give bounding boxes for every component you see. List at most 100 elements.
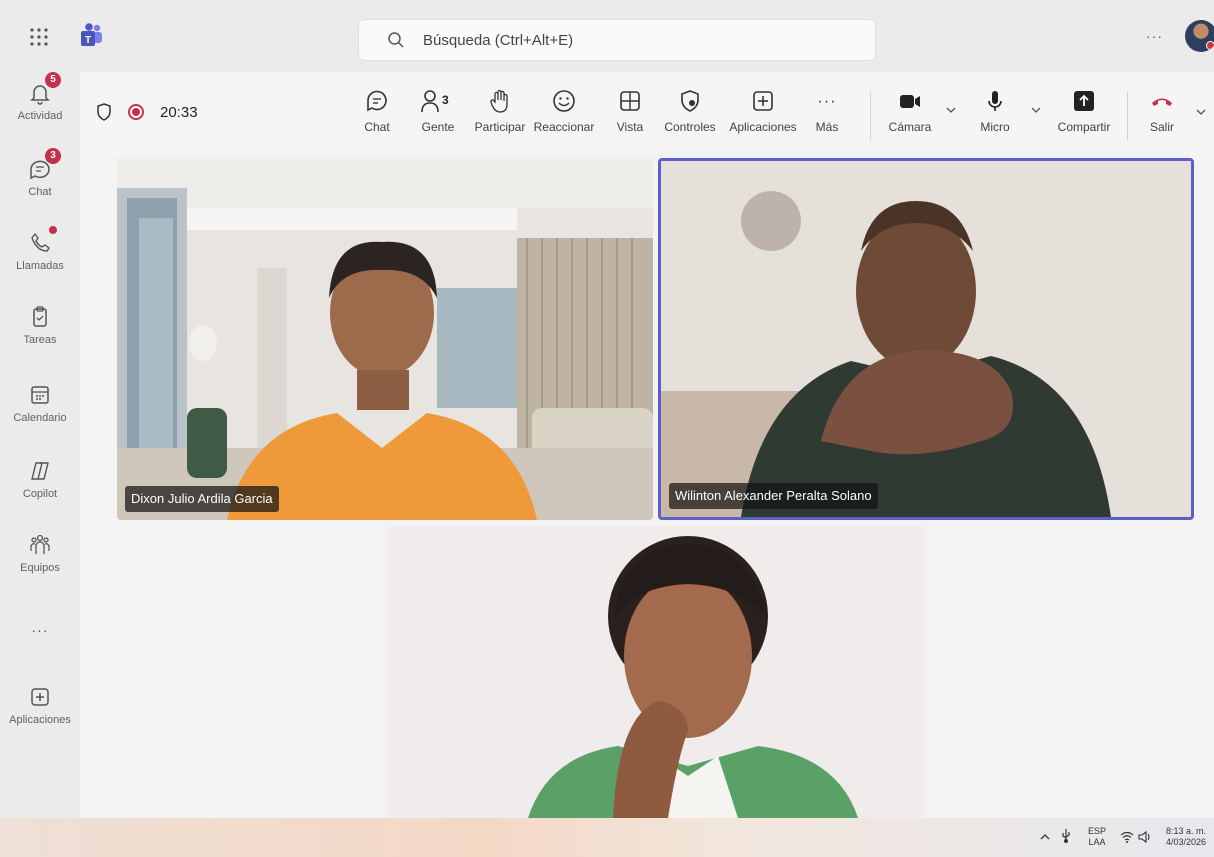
apps-button[interactable]: Aplicaciones xyxy=(728,88,798,134)
raise-hand-button[interactable]: Participar xyxy=(470,88,530,134)
language-code: ESP xyxy=(1087,826,1106,836)
meeting-timer: 20:33 xyxy=(160,104,198,121)
rail-item-tasks[interactable]: Tareas xyxy=(0,304,80,346)
chat-badge: 3 xyxy=(45,148,61,164)
participant-name: Wilinton Alexander Peralta Solano xyxy=(669,483,878,509)
controls-button-label: Controles xyxy=(664,120,716,134)
participant-tile[interactable]: Dixon Julio Ardila Garcia xyxy=(117,158,653,520)
presence-busy-icon xyxy=(1206,41,1214,50)
view-button-label: Vista xyxy=(616,120,644,134)
participant-video-background xyxy=(388,526,924,818)
clock-time: 8:13 a. m. xyxy=(1165,826,1207,836)
toolbar-separator xyxy=(1127,92,1128,140)
svg-text:T: T xyxy=(85,35,91,46)
volume-icon[interactable] xyxy=(1138,830,1152,844)
clock[interactable]: 8:13 a. m. 4/03/2026 xyxy=(1160,826,1212,848)
camera-button[interactable]: Cámara xyxy=(886,88,934,134)
participant-tile[interactable] xyxy=(388,526,924,818)
share-button-label: Compartir xyxy=(1057,120,1111,134)
teams-logo-icon: T xyxy=(78,22,104,48)
chat-icon: 3 xyxy=(27,148,61,182)
keyboard-layout: LAA xyxy=(1088,837,1106,847)
react-button[interactable]: Reaccionar xyxy=(532,88,596,134)
language-indicator[interactable]: ESP LAA xyxy=(1084,826,1110,848)
people-count: 3 xyxy=(442,93,449,107)
settings-more-icon[interactable]: ··· xyxy=(1146,28,1163,44)
tray-chevron-up-icon[interactable] xyxy=(1040,832,1050,842)
rail-item-calendar[interactable]: Calendario xyxy=(0,382,80,424)
chat-button[interactable]: Chat xyxy=(357,88,397,134)
leave-button[interactable]: Salir xyxy=(1144,88,1180,134)
search-bar[interactable]: Búsqueda (Ctrl+Alt+E) xyxy=(358,19,876,61)
apps-button-label: Aplicaciones xyxy=(729,120,797,134)
people-icon: 3 xyxy=(416,88,460,116)
more-button[interactable]: ··· Más xyxy=(812,88,842,134)
app-rail: 5 Actividad 3 Chat Llamadas Tareas Calen… xyxy=(0,72,80,818)
rail-label-copilot: Copilot xyxy=(22,488,58,500)
participant-video-background xyxy=(661,161,1191,517)
people-button[interactable]: 3 Gente xyxy=(416,88,460,134)
hand-icon xyxy=(470,88,530,116)
participant-tile-speaking[interactable]: Wilinton Alexander Peralta Solano xyxy=(658,158,1194,520)
avatar[interactable] xyxy=(1185,20,1214,52)
phone-icon xyxy=(27,226,57,256)
mic-button-label: Micro xyxy=(980,120,1010,134)
calendar-icon xyxy=(27,382,53,408)
rail-item-chat[interactable]: 3 Chat xyxy=(0,148,80,198)
camera-button-label: Cámara xyxy=(888,120,932,134)
teams-people-icon xyxy=(27,532,53,558)
toolbar-separator xyxy=(870,92,871,140)
copilot-icon xyxy=(27,458,53,484)
view-button[interactable]: Vista xyxy=(610,88,650,134)
meeting-toolbar: 20:33 Chat 3 Gente Participar Reaccionar… xyxy=(80,72,1214,154)
controls-button[interactable]: Controles xyxy=(664,88,716,134)
chat-icon xyxy=(357,88,397,116)
add-app-icon xyxy=(27,684,53,710)
clipboard-icon xyxy=(27,304,53,330)
add-app-icon xyxy=(728,88,798,116)
calls-dot-badge xyxy=(49,226,57,234)
search-placeholder: Búsqueda (Ctrl+Alt+E) xyxy=(423,32,574,49)
leave-button-label: Salir xyxy=(1149,120,1174,134)
wifi-icon[interactable] xyxy=(1120,831,1134,843)
recording-icon xyxy=(128,104,144,120)
raise-hand-label: Participar xyxy=(474,120,526,134)
share-screen-icon xyxy=(1052,88,1116,116)
react-button-label: Reaccionar xyxy=(533,120,595,134)
hang-up-icon xyxy=(1144,88,1180,116)
rail-item-activity[interactable]: 5 Actividad xyxy=(0,72,80,122)
people-button-label: Gente xyxy=(421,120,455,134)
rail-item-apps[interactable]: Aplicaciones xyxy=(0,684,80,726)
mic-options-chevron-icon[interactable] xyxy=(1031,106,1041,114)
rail-item-teams[interactable]: Equipos xyxy=(0,532,80,574)
rail-item-copilot[interactable]: Copilot xyxy=(0,458,80,500)
rail-item-calls[interactable]: Llamadas xyxy=(0,226,80,272)
microphone-icon xyxy=(975,88,1015,116)
leave-options-chevron-icon[interactable] xyxy=(1196,108,1206,116)
rail-label-calls: Llamadas xyxy=(16,260,64,272)
mic-button[interactable]: Micro xyxy=(975,88,1015,134)
share-button[interactable]: Compartir xyxy=(1052,88,1116,134)
participant-name: Dixon Julio Ardila Garcia xyxy=(125,486,279,512)
activity-badge: 5 xyxy=(45,72,61,88)
video-stage: Dixon Julio Ardila Garcia Wilinton Alexa… xyxy=(80,154,1214,818)
camera-icon xyxy=(886,88,934,116)
usb-icon[interactable] xyxy=(1060,828,1072,844)
more-button-label: Más xyxy=(815,120,839,134)
shield-settings-icon xyxy=(664,88,716,116)
camera-options-chevron-icon[interactable] xyxy=(946,106,956,114)
grid-view-icon xyxy=(610,88,650,116)
bell-icon: 5 xyxy=(27,72,61,106)
rail-label-tasks: Tareas xyxy=(23,334,57,346)
emoji-icon xyxy=(532,88,596,116)
clock-date: 4/03/2026 xyxy=(1165,837,1207,847)
rail-more-apps-icon[interactable]: ··· xyxy=(0,622,80,638)
participant-video-background xyxy=(117,158,653,520)
rail-label-chat: Chat xyxy=(28,186,52,198)
title-bar: T Búsqueda (Ctrl+Alt+E) ··· xyxy=(0,0,1214,72)
rail-label-teams: Equipos xyxy=(20,562,60,574)
app-launcher-icon[interactable] xyxy=(28,26,50,48)
more-icon: ··· xyxy=(817,93,837,110)
shield-icon[interactable] xyxy=(96,103,112,121)
windows-taskbar: ESP LAA 8:13 a. m. 4/03/2026 xyxy=(0,818,1214,857)
